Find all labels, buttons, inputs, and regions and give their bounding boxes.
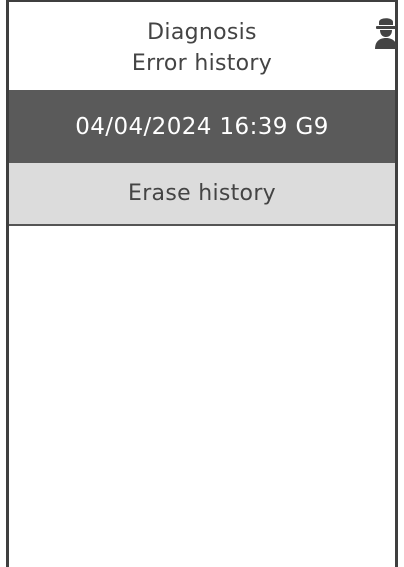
user-icon[interactable] (374, 14, 398, 50)
error-entry-label: 04/04/2024 16:39 G9 (75, 113, 329, 140)
page-title: Diagnosis (147, 20, 257, 45)
frame-right-edge (395, 0, 398, 567)
history-list-area (9, 226, 395, 567)
screen-header: Diagnosis Error history (9, 2, 398, 90)
page-subtitle: Error history (131, 51, 273, 76)
screen-frame: Diagnosis Error history 04/04/2024 16:39… (0, 0, 404, 567)
error-history-entry[interactable]: 04/04/2024 16:39 G9 (9, 90, 395, 163)
erase-history-button[interactable]: Erase history (9, 163, 395, 226)
erase-history-label: Erase history (128, 181, 276, 206)
